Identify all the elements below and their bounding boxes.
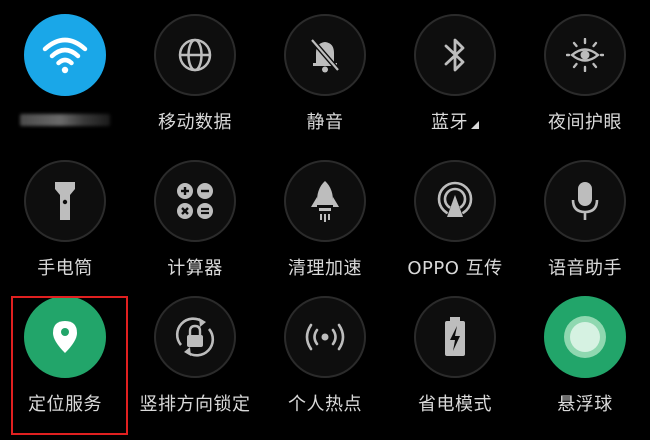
oppo-share-toggle[interactable]: OPPO 互传 (390, 160, 520, 300)
flashlight-label: 手电筒 (37, 258, 93, 279)
flashlight-toggle[interactable]: 手电筒 (0, 160, 130, 300)
bluetooth-label: 蓝牙 (431, 112, 468, 133)
mobile-data-button[interactable] (154, 14, 236, 96)
rotation-lock-icon (175, 317, 215, 357)
wifi-network-name-redacted (20, 114, 110, 126)
hotspot-button[interactable] (284, 296, 366, 378)
quick-settings-grid: 移动数据 静音 蓝牙 夜间护眼 手电筒 计算器 清理加速 OPPO 互传 语音助… (0, 0, 650, 440)
calculator-label: 计算器 (167, 258, 223, 279)
hotspot-icon (305, 323, 345, 351)
globe-icon (178, 38, 212, 72)
floating-ball-button[interactable] (544, 296, 626, 378)
battery-bolt-icon (445, 317, 465, 356)
rotation-lock-toggle[interactable]: 竖排方向锁定 (130, 296, 260, 436)
oppo-share-label: OPPO 互传 (407, 258, 503, 279)
voice-assistant-label: 语音助手 (548, 258, 622, 279)
hotspot-label: 个人热点 (288, 394, 362, 415)
location-toggle[interactable]: 定位服务 (0, 296, 130, 436)
power-saving-toggle[interactable]: 省电模式 (390, 296, 520, 436)
mobile-data-toggle[interactable]: 移动数据 (130, 14, 260, 154)
eye-comfort-button[interactable] (544, 14, 626, 96)
bluetooth-icon (444, 38, 465, 72)
rotation-lock-label: 竖排方向锁定 (139, 394, 251, 415)
wifi-toggle[interactable] (0, 14, 130, 154)
flashlight-icon (55, 182, 75, 220)
rotation-lock-button[interactable] (154, 296, 236, 378)
mobile-data-label: 移动数据 (158, 112, 232, 133)
calculator-toggle[interactable]: 计算器 (130, 160, 260, 300)
calculator-button[interactable] (154, 160, 236, 242)
mute-label: 静音 (306, 112, 344, 133)
location-label: 定位服务 (28, 394, 102, 415)
bluetooth-toggle[interactable]: 蓝牙 (390, 14, 520, 154)
location-pin-icon (53, 321, 77, 353)
mute-button[interactable] (284, 14, 366, 96)
rocket-icon (311, 181, 339, 222)
cleanup-toggle[interactable]: 清理加速 (260, 160, 390, 300)
wifi-button[interactable] (24, 14, 106, 96)
share-signal-icon (437, 181, 473, 219)
voice-assistant-toggle[interactable]: 语音助手 (520, 160, 650, 300)
floating-ball-icon (564, 316, 606, 358)
eye-comfort-toggle[interactable]: 夜间护眼 (520, 14, 650, 154)
eye-comfort-label: 夜间护眼 (548, 112, 622, 133)
wifi-icon (42, 37, 88, 74)
voice-assistant-button[interactable] (544, 160, 626, 242)
power-saving-button[interactable] (414, 296, 496, 378)
oppo-share-button[interactable] (414, 160, 496, 242)
power-saving-label: 省电模式 (418, 394, 492, 415)
location-button[interactable] (24, 296, 106, 378)
floating-ball-label: 悬浮球 (557, 394, 613, 415)
hotspot-toggle[interactable]: 个人热点 (260, 296, 390, 436)
bell-off-icon (310, 38, 340, 73)
eye-sun-icon (566, 38, 604, 72)
flashlight-button[interactable] (24, 160, 106, 242)
cleanup-button[interactable] (284, 160, 366, 242)
cleanup-label: 清理加速 (288, 258, 362, 279)
microphone-icon (571, 182, 599, 220)
expand-corner-icon[interactable] (471, 121, 479, 129)
floating-ball-toggle[interactable]: 悬浮球 (520, 296, 650, 436)
calculator-icon (177, 183, 213, 219)
bluetooth-button[interactable] (414, 14, 496, 96)
mute-toggle[interactable]: 静音 (260, 14, 390, 154)
bluetooth-label-row: 蓝牙 (431, 108, 479, 134)
